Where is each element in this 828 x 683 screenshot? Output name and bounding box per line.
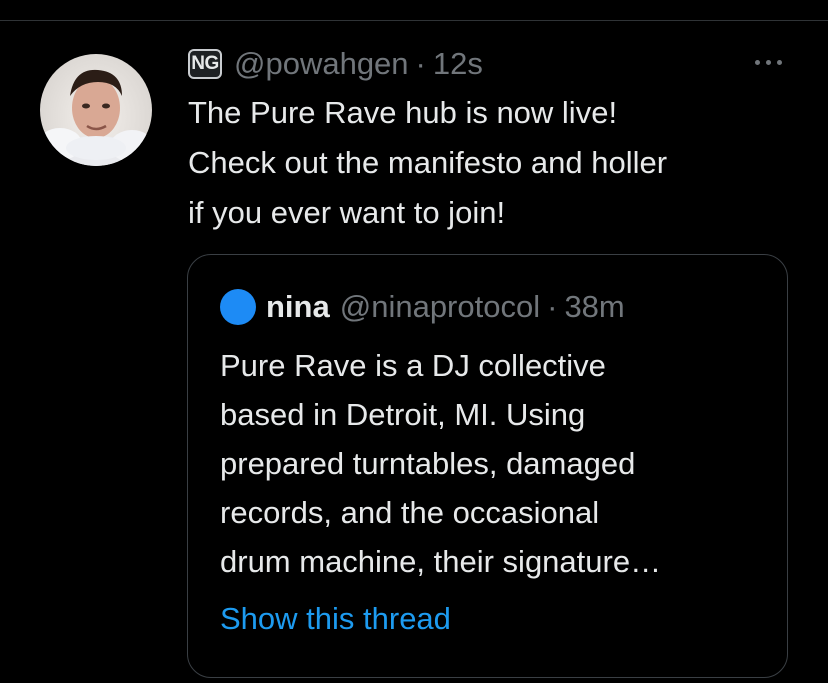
quote-text: Pure Rave is a DJ collective based in De…: [220, 348, 662, 579]
quote-handle[interactable]: @ninaprotocol: [340, 289, 540, 325]
more-dot: [754, 59, 760, 65]
avatar[interactable]: [40, 44, 152, 176]
quote-author-name[interactable]: nina: [266, 289, 330, 325]
tweet-timestamp[interactable]: 12s: [433, 46, 483, 82]
top-divider: [0, 20, 828, 21]
tweet-text: The Pure Rave hub is now live! Check out…: [188, 95, 668, 230]
ng-badge-icon: NG: [188, 49, 222, 79]
tweet-handle[interactable]: @powahgen: [234, 46, 409, 82]
quote-separator: ·: [547, 289, 558, 324]
quote-avatar[interactable]: [220, 289, 256, 325]
tweet-header: NG @powahgen · 12s: [188, 44, 483, 84]
more-dot: [776, 59, 782, 65]
show-thread-link[interactable]: Show this thread: [220, 601, 451, 637]
quote-header: nina @ninaprotocol · 38m: [220, 287, 625, 327]
quote-timestamp[interactable]: 38m: [564, 289, 624, 325]
tweet-separator: ·: [415, 46, 426, 81]
avatar-photo: [40, 54, 152, 166]
quote-tweet-card[interactable]: nina @ninaprotocol · 38m Pure Rave is a …: [187, 254, 788, 678]
more-horizontal-icon[interactable]: [748, 52, 788, 72]
more-dot: [765, 59, 771, 65]
